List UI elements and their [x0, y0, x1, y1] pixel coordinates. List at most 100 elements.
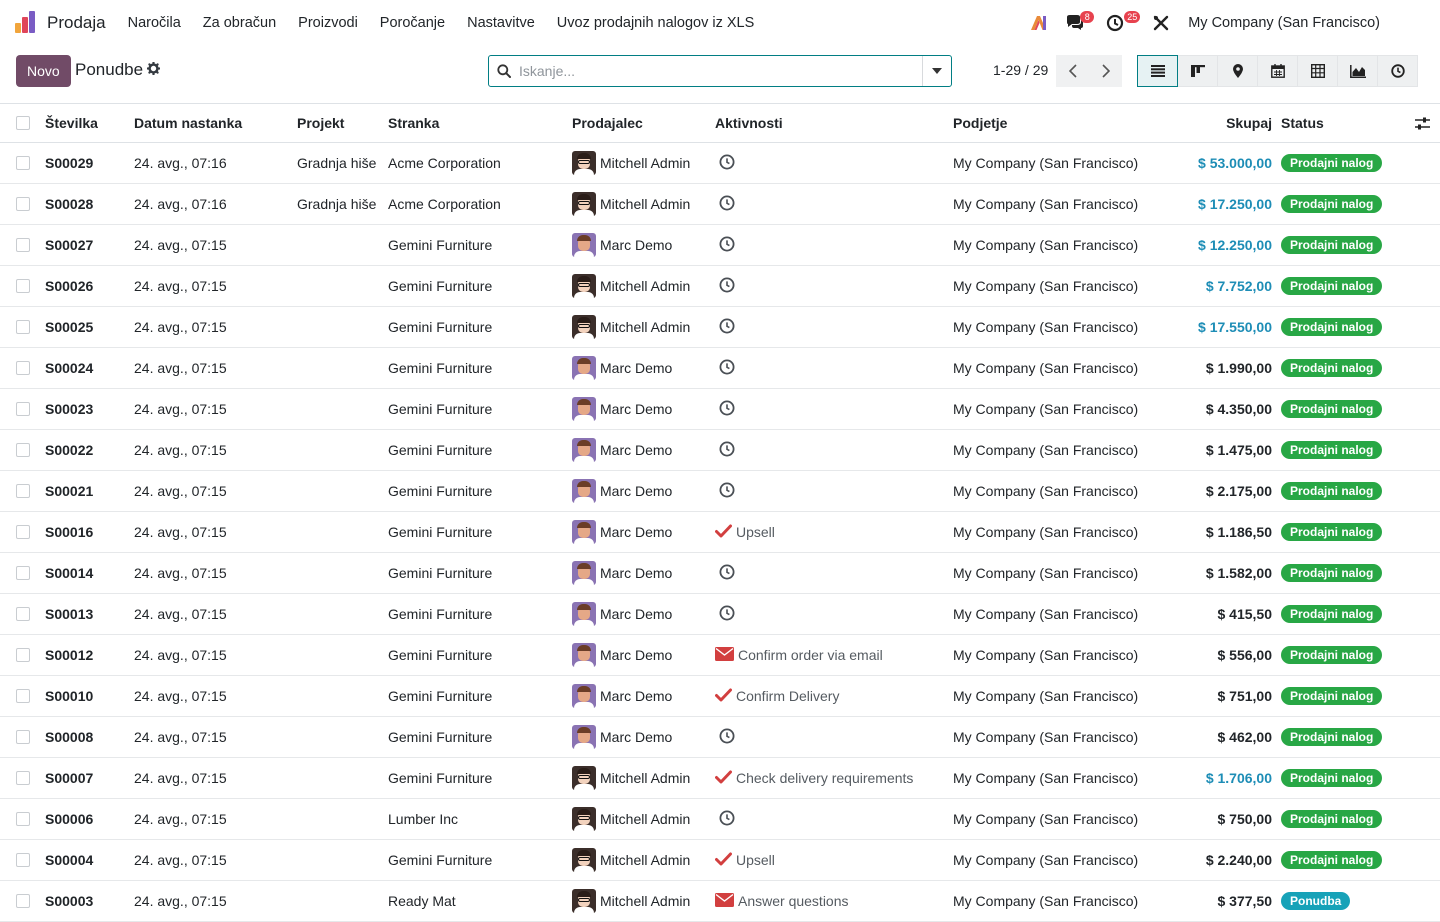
- order-salesperson[interactable]: Marc Demo: [572, 594, 672, 634]
- menu-products[interactable]: Proizvodi: [298, 15, 358, 31]
- order-salesperson[interactable]: Mitchell Admin: [572, 881, 690, 921]
- row-checkbox[interactable]: [16, 594, 30, 634]
- clock-icon[interactable]: [719, 564, 735, 583]
- row-checkbox[interactable]: [16, 430, 30, 470]
- pager-value[interactable]: 1-29 / 29: [993, 62, 1048, 78]
- menu-reporting[interactable]: Poročanje: [380, 15, 445, 31]
- order-salesperson[interactable]: Marc Demo: [572, 635, 672, 675]
- clock-icon[interactable]: [719, 400, 735, 419]
- order-activity[interactable]: Upsell: [715, 512, 775, 552]
- order-activity[interactable]: Confirm order via email: [715, 635, 883, 675]
- table-row[interactable]: S00013 24. avg., 07:15 Gemini Furniture …: [0, 594, 1440, 635]
- col-number[interactable]: Številka: [45, 104, 98, 142]
- clock-icon[interactable]: [719, 195, 735, 214]
- row-checkbox[interactable]: [16, 758, 30, 798]
- table-row[interactable]: S00012 24. avg., 07:15 Gemini Furniture …: [0, 635, 1440, 676]
- calendar-view-button[interactable]: [1257, 55, 1298, 87]
- row-checkbox[interactable]: [16, 471, 30, 511]
- order-salesperson[interactable]: Mitchell Admin: [572, 799, 690, 839]
- order-activity[interactable]: Check delivery requirements: [715, 758, 913, 798]
- optional-columns-icon[interactable]: [1414, 104, 1430, 142]
- col-status[interactable]: Status: [1281, 104, 1324, 142]
- clock-icon[interactable]: [719, 441, 735, 460]
- clock-icon[interactable]: [719, 359, 735, 378]
- order-salesperson[interactable]: Marc Demo: [572, 553, 672, 593]
- col-customer[interactable]: Stranka: [388, 104, 439, 142]
- activities-icon[interactable]: 25: [1100, 8, 1141, 38]
- check-icon[interactable]: [715, 852, 732, 869]
- clock-icon[interactable]: [719, 482, 735, 501]
- order-activity[interactable]: Upsell: [715, 840, 775, 880]
- table-row[interactable]: S00028 24. avg., 07:16 Gradnja hiše Acme…: [0, 184, 1440, 225]
- gear-icon[interactable]: [146, 61, 161, 78]
- clock-icon[interactable]: [719, 728, 735, 747]
- table-row[interactable]: S00023 24. avg., 07:15 Gemini Furniture …: [0, 389, 1440, 430]
- order-salesperson[interactable]: Mitchell Admin: [572, 307, 690, 347]
- clock-icon[interactable]: [719, 605, 735, 624]
- debug-tools-icon[interactable]: [1146, 8, 1176, 38]
- table-row[interactable]: S00026 24. avg., 07:15 Gemini Furniture …: [0, 266, 1440, 307]
- clock-icon[interactable]: [719, 810, 735, 829]
- table-row[interactable]: S00014 24. avg., 07:15 Gemini Furniture …: [0, 553, 1440, 594]
- new-button[interactable]: Novo: [16, 55, 71, 87]
- company-switcher[interactable]: My Company (San Francisco): [1188, 15, 1380, 31]
- table-row[interactable]: S00027 24. avg., 07:15 Gemini Furniture …: [0, 225, 1440, 266]
- order-salesperson[interactable]: Marc Demo: [572, 717, 672, 757]
- map-view-button[interactable]: [1217, 55, 1258, 87]
- row-checkbox[interactable]: [16, 266, 30, 306]
- row-checkbox[interactable]: [16, 143, 30, 183]
- search-input[interactable]: [519, 57, 922, 85]
- pivot-view-button[interactable]: [1297, 55, 1338, 87]
- row-checkbox[interactable]: [16, 307, 30, 347]
- menu-to-invoice[interactable]: Za obračun: [203, 15, 276, 31]
- table-row[interactable]: S00029 24. avg., 07:16 Gradnja hiše Acme…: [0, 143, 1440, 184]
- activity-view-button[interactable]: [1377, 55, 1418, 87]
- order-activity[interactable]: [715, 799, 739, 839]
- order-activity[interactable]: [715, 307, 739, 347]
- row-checkbox[interactable]: [16, 348, 30, 388]
- row-checkbox[interactable]: [16, 512, 30, 552]
- col-date[interactable]: Datum nastanka: [134, 104, 242, 142]
- row-checkbox[interactable]: [16, 389, 30, 429]
- table-row[interactable]: S00007 24. avg., 07:15 Gemini Furniture …: [0, 758, 1440, 799]
- kanban-view-button[interactable]: [1177, 55, 1218, 87]
- clock-icon[interactable]: [719, 318, 735, 337]
- row-checkbox[interactable]: [16, 553, 30, 593]
- order-activity[interactable]: Answer questions: [715, 881, 849, 921]
- order-activity[interactable]: [715, 717, 739, 757]
- order-salesperson[interactable]: Marc Demo: [572, 389, 672, 429]
- order-salesperson[interactable]: Marc Demo: [572, 471, 672, 511]
- table-row[interactable]: S00025 24. avg., 07:15 Gemini Furniture …: [0, 307, 1440, 348]
- row-checkbox[interactable]: [16, 881, 30, 921]
- envelope-icon[interactable]: [715, 646, 734, 664]
- select-all-checkbox[interactable]: [16, 104, 30, 142]
- clock-icon[interactable]: [719, 236, 735, 255]
- table-row[interactable]: S00008 24. avg., 07:15 Gemini Furniture …: [0, 717, 1440, 758]
- row-checkbox[interactable]: [16, 717, 30, 757]
- table-row[interactable]: S00024 24. avg., 07:15 Gemini Furniture …: [0, 348, 1440, 389]
- table-row[interactable]: S00021 24. avg., 07:15 Gemini Furniture …: [0, 471, 1440, 512]
- col-salesperson[interactable]: Prodajalec: [572, 104, 643, 142]
- clock-icon[interactable]: [719, 154, 735, 173]
- menu-import-xls[interactable]: Uvoz prodajnih nalogov iz XLS: [557, 15, 754, 31]
- row-checkbox[interactable]: [16, 840, 30, 880]
- menu-orders[interactable]: Naročila: [128, 15, 181, 31]
- pager-previous-button[interactable]: [1056, 55, 1089, 87]
- sales-app-icon[interactable]: [14, 11, 38, 35]
- order-activity[interactable]: [715, 594, 739, 634]
- col-activities[interactable]: Aktivnosti: [715, 104, 783, 142]
- messages-icon[interactable]: 8: [1060, 8, 1095, 38]
- graph-view-button[interactable]: [1337, 55, 1378, 87]
- order-activity[interactable]: [715, 225, 739, 265]
- search-options-toggle[interactable]: [922, 56, 951, 86]
- clock-icon[interactable]: [719, 277, 735, 296]
- check-icon[interactable]: [715, 688, 732, 705]
- order-salesperson[interactable]: Mitchell Admin: [572, 184, 690, 224]
- order-salesperson[interactable]: Marc Demo: [572, 512, 672, 552]
- menu-settings[interactable]: Nastavitve: [467, 15, 535, 31]
- order-salesperson[interactable]: Mitchell Admin: [572, 266, 690, 306]
- table-row[interactable]: S00022 24. avg., 07:15 Gemini Furniture …: [0, 430, 1440, 471]
- app-name[interactable]: Prodaja: [47, 13, 106, 33]
- order-salesperson[interactable]: Mitchell Admin: [572, 840, 690, 880]
- col-total[interactable]: Skupaj: [1226, 104, 1272, 142]
